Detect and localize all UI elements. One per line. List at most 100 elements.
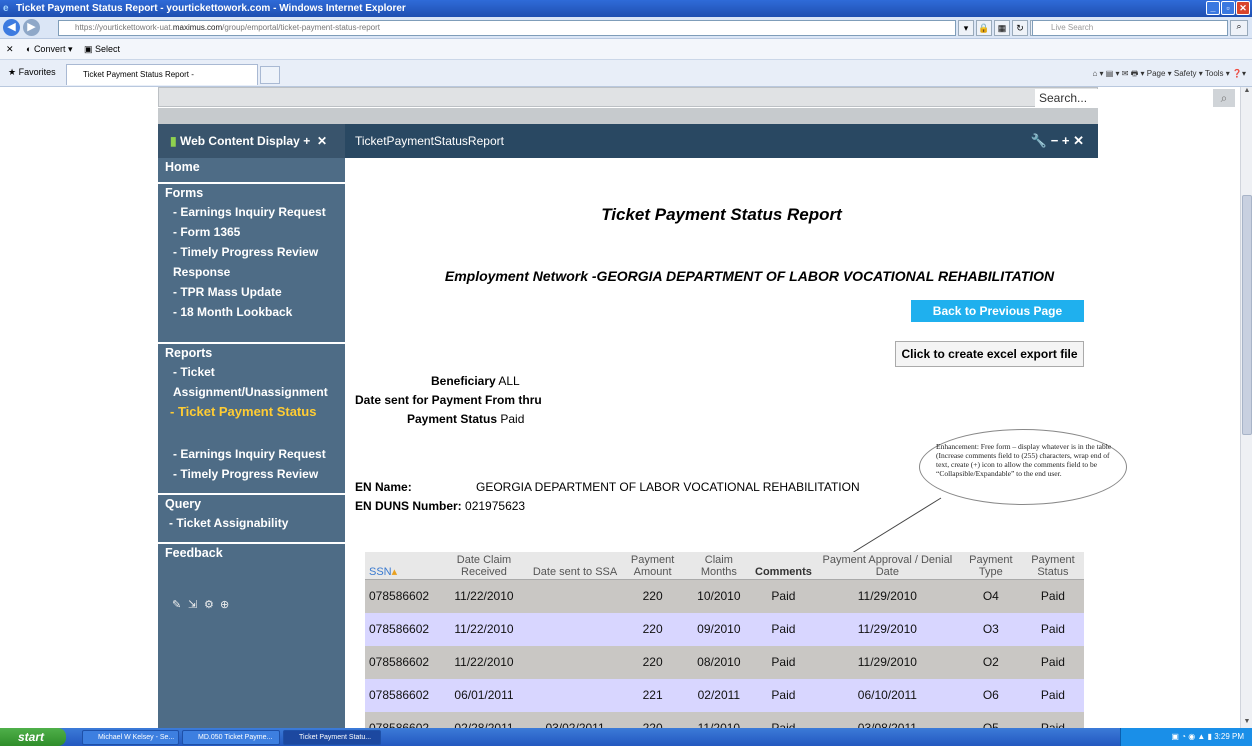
cell: 220 <box>619 711 686 728</box>
sidebar-item-earnings-inquiry[interactable]: - Earnings Inquiry Request <box>158 202 345 222</box>
sidebar-item-tpr-response[interactable]: - Timely Progress Review Response <box>158 242 345 282</box>
page-content: Search... ⌕ ▮ Web Content Display + ✕ Ho… <box>0 87 1240 728</box>
add-page-icon[interactable]: ⊕ <box>220 599 232 611</box>
cell: Paid <box>1021 579 1084 613</box>
cell: 221 <box>619 678 686 712</box>
col-approval-date[interactable]: Payment Approval / Denial Date <box>814 552 960 580</box>
cell: Paid <box>1021 711 1084 728</box>
portlet-controls[interactable]: 🔧 − + ✕ <box>1031 124 1084 158</box>
enhancement-callout: Enhancement: Free form – display whateve… <box>919 429 1127 505</box>
col-date-claim-received[interactable]: Date Claim Received <box>437 552 531 580</box>
sidebar-item-earnings-inquiry-report[interactable]: - Earnings Inquiry Request <box>158 444 345 464</box>
back-to-previous-button[interactable]: Back to Previous Page <box>911 300 1084 322</box>
col-payment-type[interactable]: Payment Type <box>959 552 1022 580</box>
sidebar-item-feedback[interactable]: Feedback <box>158 542 345 562</box>
cell: 078586602 <box>365 612 438 646</box>
cell: Paid <box>1021 678 1084 712</box>
excel-export-button[interactable]: Click to create excel export file <box>895 341 1084 367</box>
compat-icon[interactable]: ▦ <box>994 20 1010 36</box>
select-button[interactable]: ▣ Select <box>84 39 120 60</box>
cell: O6 <box>959 678 1022 712</box>
sidebar-item-18-month-lookback[interactable]: - 18 Month Lookback <box>158 302 345 322</box>
favorites-button[interactable]: ★ Favorites <box>8 67 56 78</box>
tray-icons[interactable]: ▣ ◔ ◉ ▲ ▮ <box>1171 732 1212 741</box>
scroll-down-icon[interactable]: ▼ <box>1241 718 1252 728</box>
col-ssn[interactable]: SSN▴ <box>365 552 438 580</box>
sidebar-item-timely-progress-review[interactable]: - Timely Progress Review <box>158 464 345 484</box>
sidebar: ▮ Web Content Display + ✕ Home Forms - E… <box>158 124 345 728</box>
taskbar-item-email[interactable]: Michael W Kelsey - Se... <box>82 730 179 745</box>
sidebar-tool-icons: ✎ ⇲ ⚙ ⊕ <box>172 599 232 611</box>
address-bar-row: ◀ ▶ https://yourtickettowork-uat.maximus… <box>0 17 1252 39</box>
start-button[interactable]: start <box>0 728 66 746</box>
vertical-scrollbar[interactable]: ▲ ▼ <box>1240 87 1252 728</box>
page-tools-menu[interactable]: ⌂ ▾ ▤ ▾ ✉ 🖶 ▾ Page ▾ Safety ▾ Tools ▾ ❓▾ <box>1092 60 1246 87</box>
sidebar-controls[interactable]: + ✕ <box>303 124 327 158</box>
portal-search-input[interactable]: Search... ⌕ <box>1035 89 1235 107</box>
scroll-thumb[interactable] <box>1242 195 1252 435</box>
sidebar-item-home[interactable]: Home <box>158 158 345 176</box>
sidebar-item-ticket-assignability[interactable]: - Ticket Assignability <box>158 513 345 533</box>
forward-nav-button[interactable]: ▶ <box>23 19 40 36</box>
cell: 11/22/2010 <box>437 645 531 679</box>
minimize-button[interactable]: _ <box>1206 1 1220 15</box>
convert-button[interactable]: ◐ Convert ▾ <box>26 39 72 60</box>
cell: 03/02/2011 <box>530 711 620 728</box>
cell: 11/29/2010 <box>814 645 960 679</box>
close-toolbar-icon[interactable]: ✕ <box>6 39 14 60</box>
nav-band <box>158 108 1098 124</box>
col-date-sent-ssa[interactable]: Date sent to SSA <box>530 552 620 580</box>
sidebar-item-ticket-assignment[interactable]: - Ticket Assignment/Unassignment <box>158 362 345 402</box>
cell <box>530 579 620 613</box>
sort-arrow-icon: ▴ <box>391 566 398 578</box>
beneficiary-filter: Beneficiary ALL <box>431 374 520 388</box>
favorites-bar: ★ Favorites Ticket Payment Status Report… <box>0 60 1252 99</box>
cell: 06/01/2011 <box>437 678 531 712</box>
live-search-input[interactable]: Live Search <box>1032 20 1228 36</box>
command-bar: ✕ ◐ Convert ▾ ▣ Select <box>0 39 1252 60</box>
taskbar-item-word[interactable]: MD.050 Ticket Payme... <box>182 730 280 745</box>
back-nav-button[interactable]: ◀ <box>3 19 20 36</box>
payment-status-table: SSN▴ Date Claim Received Date sent to SS… <box>365 552 1084 728</box>
en-name: EN Name: GEORGIA DEPARTMENT OF LABOR VOC… <box>355 480 860 494</box>
col-payment-amount[interactable]: Payment Amount <box>619 552 686 580</box>
browser-tab[interactable]: Ticket Payment Status Report - yourticke… <box>66 64 258 99</box>
table-row: 078586602 06/01/2011 221 02/2011 Paid 06… <box>365 678 1084 712</box>
cell: 078586602 <box>365 711 438 728</box>
import-icon[interactable]: ⇲ <box>188 599 200 611</box>
cell: Paid <box>751 645 815 679</box>
scroll-up-icon[interactable]: ▲ <box>1241 87 1252 97</box>
window-title-bar: e Ticket Payment Status Report - yourtic… <box>0 0 1252 17</box>
search-icon[interactable]: ⌕ <box>1230 20 1248 36</box>
sidebar-item-ticket-payment-status[interactable]: - Ticket Payment Status <box>158 402 345 422</box>
cell: 06/10/2011 <box>814 678 960 712</box>
col-payment-status[interactable]: Payment Status <box>1021 552 1084 580</box>
table-row: 078586602 11/22/2010 220 09/2010 Paid 11… <box>365 612 1084 646</box>
col-comments[interactable]: Comments <box>751 552 815 580</box>
col-claim-months[interactable]: Claim Months <box>685 552 752 580</box>
table-row: 078586602 11/22/2010 220 08/2010 Paid 11… <box>365 645 1084 679</box>
refresh-icon[interactable]: ↻ <box>1012 20 1028 36</box>
address-input[interactable]: https://yourtickettowork-uat.maximus.com… <box>58 20 956 36</box>
close-window-button[interactable]: ✕ <box>1236 1 1250 15</box>
date-filter: Date sent for Payment From thru <box>355 393 542 407</box>
cell: 11/22/2010 <box>437 579 531 613</box>
sidebar-item-form-1365[interactable]: - Form 1365 <box>158 222 345 242</box>
cell: 03/08/2011 <box>814 711 960 728</box>
edit-icon[interactable]: ✎ <box>172 599 184 611</box>
maximize-button[interactable]: ▫ <box>1221 1 1235 15</box>
search-icon[interactable]: ⌕ <box>1213 89 1235 107</box>
cell: 11/2010 <box>685 711 752 728</box>
sidebar-header: ▮ Web Content Display + ✕ <box>158 124 345 158</box>
gear-icon[interactable]: ⚙ <box>204 599 216 611</box>
payment-status-filter: Payment Status Paid <box>407 412 525 426</box>
table-header-row: SSN▴ Date Claim Received Date sent to SS… <box>365 552 1084 580</box>
lock-icon[interactable]: 🔒 <box>976 20 992 36</box>
dropdown-icon[interactable]: ▾ <box>958 20 974 36</box>
new-tab-button[interactable] <box>260 66 280 84</box>
cell: 02/2011 <box>685 678 752 712</box>
cell: 02/28/2011 <box>437 711 531 728</box>
sidebar-item-tpr-mass-update[interactable]: - TPR Mass Update <box>158 282 345 302</box>
taskbar-item-ie[interactable]: Ticket Payment Statu... <box>283 730 381 745</box>
cell: Paid <box>1021 612 1084 646</box>
